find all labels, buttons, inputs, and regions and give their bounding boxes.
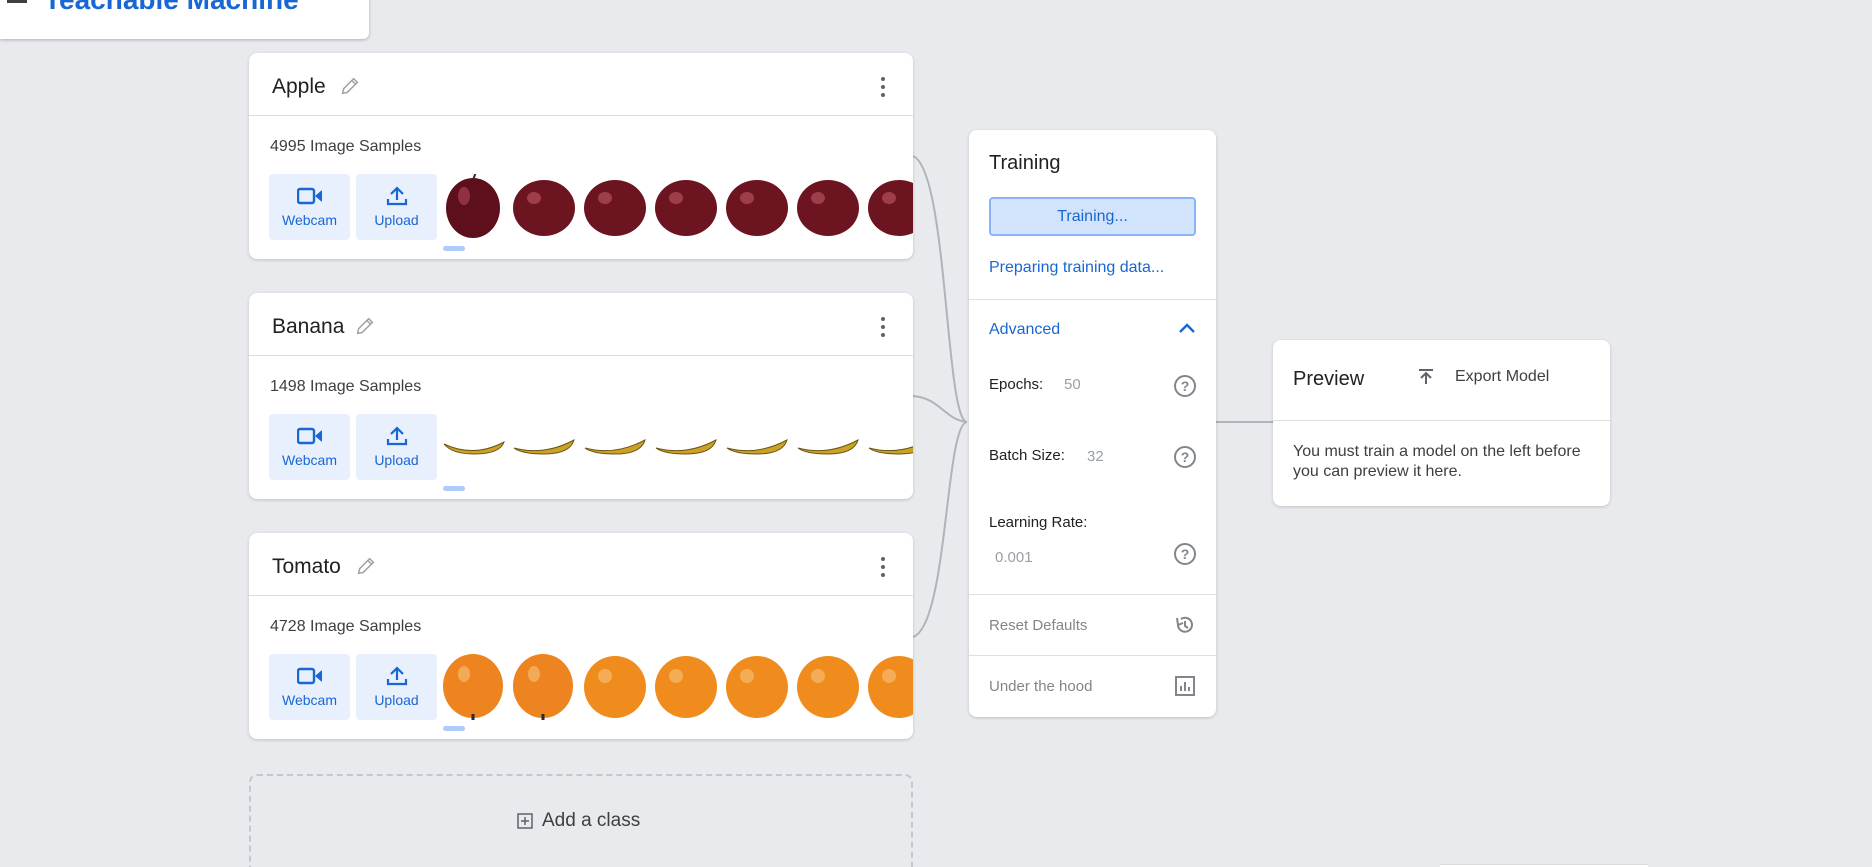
class-card-header: Banana <box>249 293 913 356</box>
export-icon <box>1419 369 1433 384</box>
advanced-toggle[interactable]: Advanced <box>989 321 1060 339</box>
banana-icon[interactable] <box>583 414 647 480</box>
help-icon[interactable]: ? <box>1174 543 1196 565</box>
banana-icon[interactable] <box>725 414 789 480</box>
sample-count: 4728 Image Samples <box>270 618 422 635</box>
menu-icon[interactable] <box>7 0 27 3</box>
add-class-label: Add a class <box>542 810 641 831</box>
divider <box>1273 420 1610 421</box>
class-card-header: Apple <box>249 53 913 116</box>
webcam-label: Webcam <box>282 452 337 468</box>
upload-button[interactable]: Upload <box>356 654 437 720</box>
banana-icon[interactable] <box>512 414 576 480</box>
scroll-indicator[interactable] <box>443 486 465 491</box>
webcam-label: Webcam <box>282 692 337 708</box>
training-title: Training <box>989 152 1061 174</box>
tomato-icon[interactable] <box>583 654 647 720</box>
banana-icon[interactable] <box>796 414 860 480</box>
upload-button[interactable]: Upload <box>356 414 437 480</box>
apple-icon[interactable] <box>442 174 506 240</box>
tomato-icon[interactable] <box>512 654 576 720</box>
training-status: Preparing training data... <box>989 259 1165 276</box>
add-class-button[interactable]: Add a class <box>517 810 640 832</box>
divider <box>969 655 1216 656</box>
reset-defaults-button[interactable]: Reset Defaults <box>989 617 1087 634</box>
batch-size-select[interactable]: 32 <box>1087 448 1104 465</box>
preview-title: Preview <box>1293 368 1365 390</box>
under-the-hood-button[interactable]: Under the hood <box>989 678 1092 695</box>
upload-label: Upload <box>374 212 419 228</box>
sample-count: 4995 Image Samples <box>270 138 422 155</box>
webcam-label: Webcam <box>282 212 337 228</box>
apple-icon[interactable] <box>654 174 718 240</box>
history-icon[interactable] <box>1174 614 1196 636</box>
upload-label: Upload <box>374 692 419 708</box>
training-panel: Training Training... Preparing training … <box>969 130 1216 717</box>
sample-thumbnails[interactable] <box>442 654 913 720</box>
sample-thumbnails[interactable] <box>442 414 913 480</box>
tomato-icon[interactable] <box>725 654 789 720</box>
video-camera-icon <box>296 427 322 445</box>
webcam-button[interactable]: Webcam <box>269 654 350 720</box>
preview-message: You must train a model on the left befor… <box>1293 443 1581 480</box>
class-card-apple: Apple 4995 Image Samples Webcam Upload <box>249 53 913 259</box>
learning-rate-label: Learning Rate: <box>989 514 1088 531</box>
banana-icon[interactable] <box>442 414 506 480</box>
divider <box>969 594 1216 595</box>
tomato-icon[interactable] <box>654 654 718 720</box>
chevron-up-icon[interactable] <box>1178 322 1196 334</box>
tomato-icon[interactable] <box>796 654 860 720</box>
apple-icon[interactable] <box>512 174 576 240</box>
tomato-icon[interactable] <box>867 654 913 720</box>
learning-rate-input[interactable]: 0.001 <box>995 549 1033 566</box>
class-name[interactable]: Tomato <box>272 555 341 579</box>
upload-icon <box>386 186 407 206</box>
tomato-icon[interactable] <box>442 654 506 720</box>
batch-size-label: Batch Size: <box>989 447 1065 464</box>
upload-button[interactable]: Upload <box>356 174 437 240</box>
help-icon[interactable]: ? <box>1174 375 1196 397</box>
upload-label: Upload <box>374 452 419 468</box>
banana-icon[interactable] <box>867 414 913 480</box>
help-icon[interactable]: ? <box>1174 446 1196 468</box>
webcam-button[interactable]: Webcam <box>269 414 350 480</box>
export-model-label: Export Model <box>1455 368 1550 385</box>
preview-panel: Preview Export Model You must train a mo… <box>1273 340 1610 506</box>
divider <box>969 299 1216 300</box>
edit-pencil-icon[interactable] <box>355 555 377 577</box>
epochs-input[interactable]: 50 <box>1064 376 1081 393</box>
more-options-icon[interactable] <box>881 557 885 577</box>
upload-icon <box>386 426 407 446</box>
add-class-area[interactable]: Add a class <box>249 774 913 867</box>
scroll-indicator[interactable] <box>443 726 465 731</box>
app-header: Teachable Machine <box>0 0 369 39</box>
add-box-icon <box>517 813 533 829</box>
class-name[interactable]: Apple <box>272 75 326 99</box>
webcam-button[interactable]: Webcam <box>269 174 350 240</box>
app-title[interactable]: Teachable Machine <box>44 0 299 16</box>
sample-thumbnails[interactable] <box>442 174 913 240</box>
banana-icon[interactable] <box>654 414 718 480</box>
export-model-button[interactable]: Export Model <box>1417 368 1549 386</box>
apple-icon[interactable] <box>867 174 913 240</box>
video-camera-icon <box>296 187 322 205</box>
edit-pencil-icon[interactable] <box>354 315 376 337</box>
bar-chart-icon[interactable] <box>1174 675 1196 697</box>
class-card-banana: Banana 1498 Image Samples Webcam Upload <box>249 293 913 499</box>
epochs-label: Epochs: <box>989 376 1044 393</box>
edit-pencil-icon[interactable] <box>339 75 361 97</box>
more-options-icon[interactable] <box>881 77 885 97</box>
video-camera-icon <box>296 667 322 685</box>
apple-icon[interactable] <box>583 174 647 240</box>
class-name[interactable]: Banana <box>272 315 344 339</box>
upload-icon <box>386 666 407 686</box>
more-options-icon[interactable] <box>881 317 885 337</box>
train-model-button[interactable]: Training... <box>989 197 1196 236</box>
apple-icon[interactable] <box>725 174 789 240</box>
class-card-header: Tomato <box>249 533 913 596</box>
sample-count: 1498 Image Samples <box>270 378 422 395</box>
class-card-tomato: Tomato 4728 Image Samples Webcam Upload <box>249 533 913 739</box>
apple-icon[interactable] <box>796 174 860 240</box>
scroll-indicator[interactable] <box>443 246 465 251</box>
